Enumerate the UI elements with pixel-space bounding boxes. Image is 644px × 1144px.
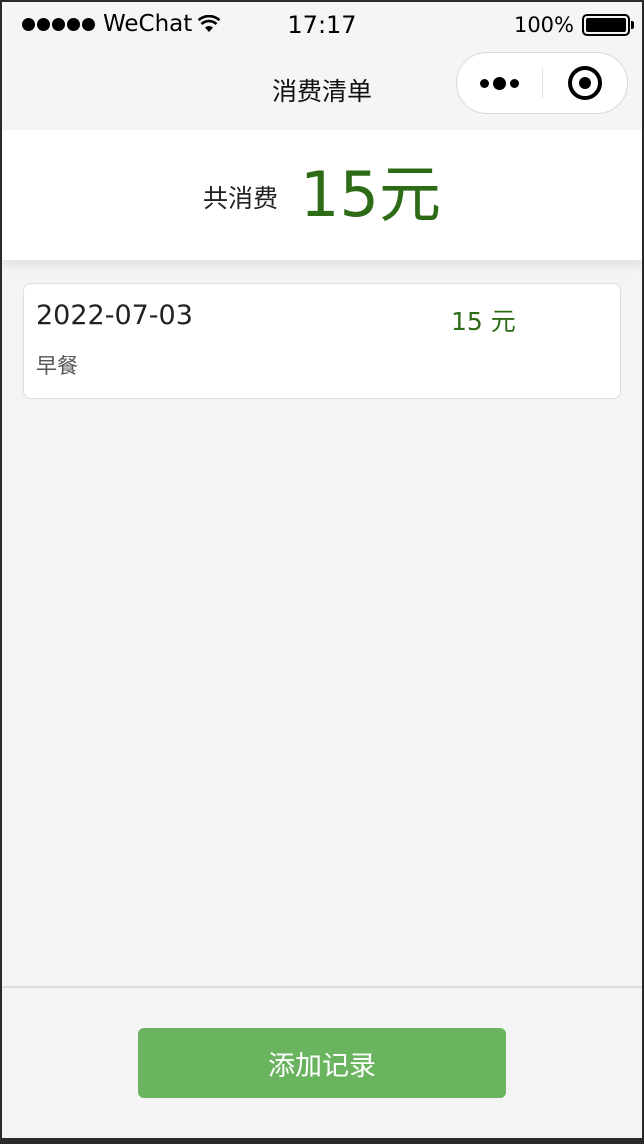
more-menu-button[interactable] [457, 53, 542, 113]
total-label: 共消费 [203, 184, 279, 213]
battery-percent: 100% [513, 13, 574, 37]
add-record-button[interactable]: 添加记录 [138, 1028, 506, 1098]
more-icon [479, 78, 489, 88]
target-icon [567, 66, 602, 100]
close-miniprogram-button[interactable] [543, 53, 628, 113]
miniprogram-capsule [456, 52, 628, 114]
status-bar: WeChat 17:17 100% [2, 2, 642, 46]
total-amount: 15元 [300, 158, 441, 231]
record-description: 早餐 [36, 354, 78, 378]
total-summary: 共消费 15元 [2, 130, 642, 260]
navigation-bar: 消费清单 [2, 46, 642, 130]
expense-record-item[interactable]: 2022-07-03 15 元 早餐 [23, 283, 621, 399]
bottom-divider [2, 986, 642, 988]
record-date: 2022-07-03 [36, 300, 193, 331]
battery-icon [582, 14, 634, 36]
record-amount: 15 元 [451, 307, 516, 336]
battery-indicator: 100% [513, 13, 634, 37]
phone-screen: WeChat 17:17 100% 消费清单 共消费 15元 2022-07-0… [2, 2, 642, 1138]
